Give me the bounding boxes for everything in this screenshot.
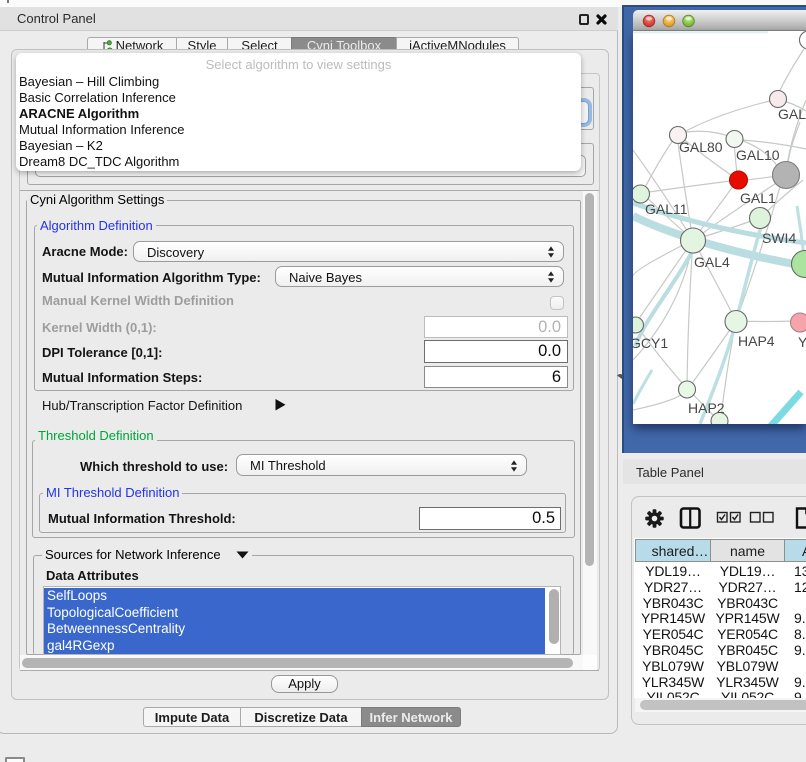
svg-text:GAL10: GAL10 — [736, 147, 780, 163]
svg-text:YM: YM — [798, 334, 806, 350]
svg-text:GAL11: GAL11 — [645, 201, 688, 217]
svg-text:HAP4: HAP4 — [738, 333, 775, 349]
svg-text:GAL4: GAL4 — [694, 254, 730, 270]
svg-text:GCY1: GCY1 — [633, 335, 668, 351]
svg-text:GAL80: GAL80 — [679, 139, 723, 155]
svg-text:SWI4: SWI4 — [762, 230, 796, 246]
svg-text:HAP2: HAP2 — [688, 400, 725, 416]
svg-text:GAL7: GAL7 — [778, 106, 806, 122]
svg-text:GAL1: GAL1 — [740, 190, 776, 206]
